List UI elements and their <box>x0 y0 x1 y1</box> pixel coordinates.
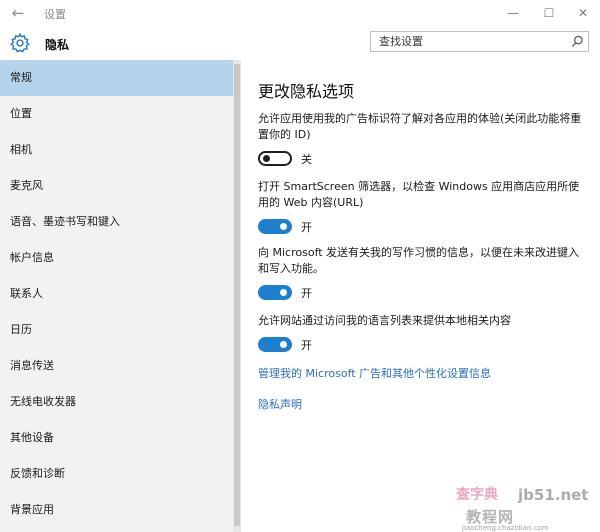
maximize-button[interactable]: ☐ <box>536 3 562 23</box>
toggle-row: 关 <box>258 150 588 168</box>
setting-smartscreen: 打开 SmartScreen 筛选器，以检查 Windows 应用商店应用所使用… <box>258 179 588 236</box>
sidebar-item-feedback-diagnostics[interactable]: 反馈和诊断 <box>0 456 233 492</box>
toggle-knob <box>280 289 287 296</box>
manage-ads-link[interactable]: 管理我的 Microsoft 广告和其他个性化设置信息 <box>258 365 491 381</box>
toggle-knob <box>280 341 287 348</box>
setting-description: 向 Microsoft 发送有关我的写作习惯的信息，以便在未来改进键入和写入功能… <box>258 246 580 275</box>
scrollbar-thumb[interactable] <box>234 64 240 526</box>
toggle-state-label: 开 <box>301 287 312 300</box>
toggle-knob <box>263 155 270 162</box>
toggle-state-label: 开 <box>301 221 312 234</box>
search-box[interactable] <box>370 31 589 52</box>
sidebar-item-radios[interactable]: 无线电收发器 <box>0 384 233 420</box>
search-input[interactable] <box>371 32 567 51</box>
sidebar-scrollbar[interactable] <box>233 60 241 532</box>
setting-advertising-id: 允许应用使用我的广告标识符了解对各应用的体验(关闭此功能将重置你的 ID) 关 <box>258 111 588 168</box>
setting-language-list: 允许网站通过访问我的语言列表来提供本地相关内容 开 <box>258 313 588 354</box>
section-title: 更改隐私选项 <box>258 82 355 101</box>
gear-icon <box>10 32 30 53</box>
watermark-text: jb51.net <box>518 486 589 504</box>
window-title: 设置 <box>44 8 66 21</box>
watermark-text: jiaocheng.chazidian.com <box>462 524 549 532</box>
toggle-row: 开 <box>258 336 588 354</box>
language-list-toggle[interactable] <box>258 337 292 352</box>
sidebar-item-calendar[interactable]: 日历 <box>0 312 233 348</box>
setting-writing-info: 向 Microsoft 发送有关我的写作习惯的信息，以便在未来改进键入和写入功能… <box>258 245 588 302</box>
settings-header: 隐私 <box>0 26 600 60</box>
advertising-id-toggle[interactable] <box>258 151 292 166</box>
sidebar: 常规 位置 相机 麦克风 语音、墨迹书写和键入 帐户信息 联系人 日历 消息传送… <box>0 60 233 532</box>
toggle-state-label: 开 <box>301 339 312 352</box>
watermark: 查字典 jb51.net 教程网 jiaocheng.chazidian.com <box>456 484 600 532</box>
smartscreen-toggle[interactable] <box>258 219 292 234</box>
sidebar-item-microphone[interactable]: 麦克风 <box>0 168 233 204</box>
writing-info-toggle[interactable] <box>258 285 292 300</box>
title-bar: ← 设置 — ☐ ✕ <box>0 0 600 26</box>
privacy-statement-link[interactable]: 隐私声明 <box>258 396 302 412</box>
page-title: 隐私 <box>45 38 70 52</box>
sidebar-item-messaging[interactable]: 消息传送 <box>0 348 233 384</box>
setting-description: 允许应用使用我的广告标识符了解对各应用的体验(关闭此功能将重置你的 ID) <box>258 112 582 141</box>
sidebar-item-account-info[interactable]: 帐户信息 <box>0 240 233 276</box>
setting-description: 允许网站通过访问我的语言列表来提供本地相关内容 <box>258 314 511 327</box>
sidebar-item-camera[interactable]: 相机 <box>0 132 233 168</box>
toggle-row: 开 <box>258 284 588 302</box>
close-button[interactable]: ✕ <box>570 3 596 23</box>
back-arrow-icon[interactable]: ← <box>8 4 28 22</box>
minimize-button[interactable]: — <box>500 3 526 23</box>
sidebar-item-location[interactable]: 位置 <box>0 96 233 132</box>
watermark-text: 查字典 <box>456 487 498 503</box>
sidebar-item-contacts[interactable]: 联系人 <box>0 276 233 312</box>
toggle-knob <box>280 223 287 230</box>
sidebar-item-speech-inking-typing[interactable]: 语音、墨迹书写和键入 <box>0 204 233 240</box>
setting-description: 打开 SmartScreen 筛选器，以检查 Windows 应用商店应用所使用… <box>258 180 580 209</box>
sidebar-item-background-apps[interactable]: 背景应用 <box>0 492 233 528</box>
toggle-state-label: 关 <box>301 153 312 166</box>
toggle-row: 开 <box>258 218 588 236</box>
sidebar-item-general[interactable]: 常规 <box>0 60 233 96</box>
search-icon[interactable] <box>571 35 584 48</box>
sidebar-item-other-devices[interactable]: 其他设备 <box>0 420 233 456</box>
